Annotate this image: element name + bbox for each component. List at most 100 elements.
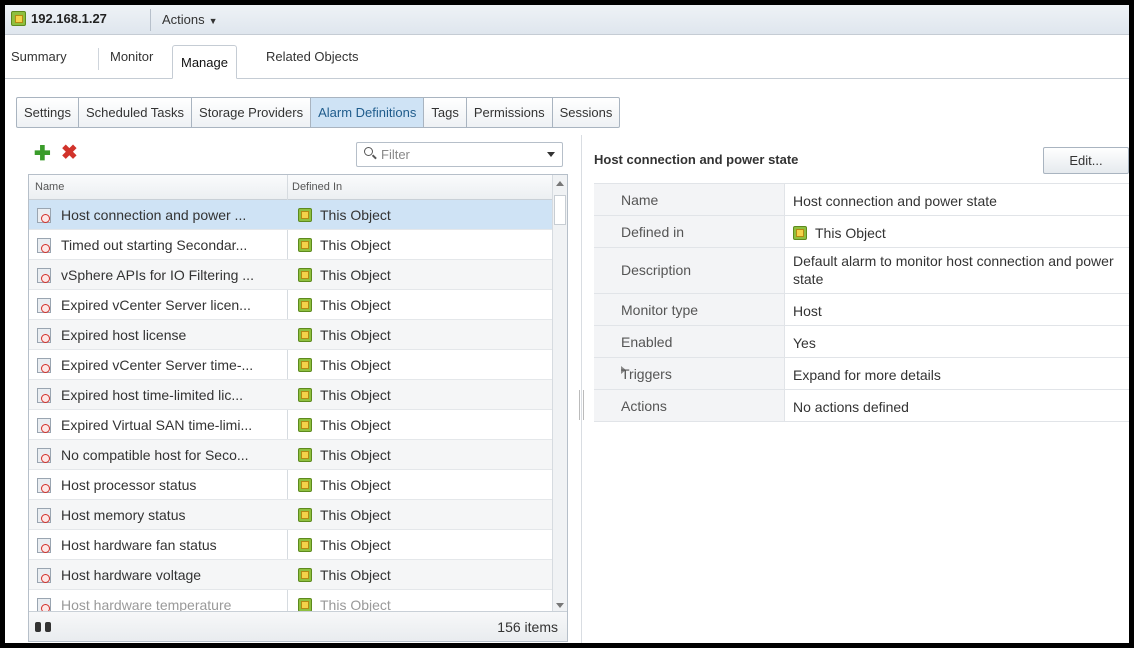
- row-defined-in: This Object: [320, 207, 391, 223]
- delete-alarm-icon[interactable]: ✖: [61, 143, 78, 163]
- grid-header: Name Defined In: [29, 175, 553, 200]
- host-object-icon: [298, 508, 312, 522]
- alarm-icon: [37, 358, 51, 373]
- alarm-icon: [37, 298, 51, 313]
- grid-footer: 156 items: [29, 611, 567, 641]
- property-row-name: Name Host connection and power state: [594, 184, 1129, 216]
- property-row-triggers[interactable]: Triggers Expand for more details: [594, 358, 1129, 390]
- table-row[interactable]: No compatible host for Seco... This Obje…: [29, 440, 553, 470]
- property-value: No actions defined: [793, 399, 909, 415]
- host-object-icon: [298, 358, 312, 372]
- subtab-permissions[interactable]: Permissions: [467, 98, 553, 127]
- table-row[interactable]: vSphere APIs for IO Filtering ... This O…: [29, 260, 553, 290]
- alarm-icon: [37, 388, 51, 403]
- property-row-enabled: Enabled Yes: [594, 326, 1129, 358]
- tab-summary[interactable]: Summary: [11, 49, 67, 64]
- property-value: Default alarm to monitor host connection…: [793, 253, 1114, 287]
- actions-menu[interactable]: Actions ▼: [162, 12, 218, 27]
- host-object-icon: [298, 238, 312, 252]
- filter-dropdown-icon[interactable]: [547, 152, 555, 157]
- property-label: Monitor type: [621, 302, 699, 318]
- property-row-defined-in: Defined in This Object: [594, 216, 1129, 248]
- host-object-icon: [298, 388, 312, 402]
- host-object-icon: [298, 538, 312, 552]
- tab-related-objects[interactable]: Related Objects: [266, 49, 359, 64]
- property-value-defined-in: This Object: [793, 224, 1128, 242]
- subtab-settings[interactable]: Settings: [17, 98, 79, 127]
- scroll-down-icon[interactable]: [556, 603, 564, 608]
- property-value: Host: [793, 303, 822, 319]
- defined-in-value: This Object: [815, 225, 886, 241]
- subtab-scheduled-tasks[interactable]: Scheduled Tasks: [79, 98, 193, 127]
- table-row[interactable]: Expired vCenter Server time-... This Obj…: [29, 350, 553, 380]
- binoculars-icon[interactable]: [35, 620, 51, 632]
- table-row[interactable]: Host processor status This Object: [29, 470, 553, 500]
- property-label: Defined in: [621, 224, 685, 240]
- row-defined-in: This Object: [320, 297, 391, 313]
- main-tabs: Summary Monitor Manage Related Objects: [5, 35, 1129, 79]
- table-row[interactable]: Expired vCenter Server licen... This Obj…: [29, 290, 553, 320]
- table-row[interactable]: Host hardware voltage This Object: [29, 560, 553, 590]
- row-name: Host processor status: [61, 477, 197, 493]
- host-name: 192.168.1.27: [31, 11, 107, 26]
- host-object-icon: [298, 268, 312, 282]
- alarm-icon: [37, 268, 51, 283]
- row-name: Expired host time-limited lic...: [61, 387, 244, 403]
- actions-label: Actions: [162, 12, 205, 27]
- panel-splitter[interactable]: [581, 135, 582, 643]
- property-row-description: Description Default alarm to monitor hos…: [594, 248, 1129, 294]
- property-value: Host connection and power state: [793, 193, 997, 209]
- subtab-tags[interactable]: Tags: [424, 98, 467, 127]
- column-header-name[interactable]: Name: [35, 181, 64, 193]
- row-name: Expired vCenter Server time-...: [61, 357, 254, 373]
- table-row[interactable]: Expired Virtual SAN time-limi... This Ob…: [29, 410, 553, 440]
- alarm-icon: [37, 568, 51, 583]
- column-header-defined-in[interactable]: Defined In: [292, 181, 342, 193]
- table-row[interactable]: Host hardware fan status This Object: [29, 530, 553, 560]
- property-label: Triggers: [621, 366, 672, 382]
- add-alarm-icon[interactable]: ✚: [34, 144, 51, 164]
- vertical-scrollbar[interactable]: [552, 175, 567, 614]
- tab-divider: [98, 48, 99, 70]
- tab-manage[interactable]: Manage: [172, 45, 237, 79]
- subtab-alarm-definitions[interactable]: Alarm Definitions: [311, 98, 425, 127]
- row-name: Host hardware voltage: [61, 567, 202, 583]
- table-row[interactable]: Host memory status This Object: [29, 500, 553, 530]
- detail-title: Host connection and power state: [594, 152, 799, 167]
- table-row[interactable]: Host connection and power ... This Objec…: [29, 200, 553, 230]
- host-object-icon: [298, 298, 312, 312]
- row-defined-in: This Object: [320, 237, 391, 253]
- table-row[interactable]: Expired host license This Object: [29, 320, 553, 350]
- splitter-grip[interactable]: [579, 390, 584, 420]
- caret-down-icon: ▼: [208, 16, 218, 26]
- table-row[interactable]: Expired host time-limited lic... This Ob…: [29, 380, 553, 410]
- property-label: Enabled: [621, 334, 673, 350]
- row-name: Host connection and power ...: [61, 207, 247, 223]
- host-icon: [11, 11, 26, 26]
- property-label: Description: [621, 262, 692, 278]
- alarm-icon: [37, 508, 51, 523]
- row-name: Expired Virtual SAN time-limi...: [61, 417, 253, 433]
- row-defined-in: This Object: [320, 447, 391, 463]
- title-divider: [150, 9, 151, 31]
- alarm-icon: [37, 418, 51, 433]
- alarm-icon: [37, 448, 51, 463]
- scroll-up-icon[interactable]: [556, 181, 564, 186]
- alarm-icon: [37, 208, 51, 223]
- row-defined-in: This Object: [320, 507, 391, 523]
- subtab-sessions[interactable]: Sessions: [553, 98, 620, 127]
- row-name: Timed out starting Secondar...: [61, 237, 248, 253]
- manage-subtabs: Settings Scheduled Tasks Storage Provide…: [16, 97, 621, 128]
- filter-input[interactable]: Filter: [356, 142, 563, 167]
- tab-monitor[interactable]: Monitor: [110, 49, 153, 64]
- host-object-icon: [793, 226, 807, 240]
- title-bar: 192.168.1.27 Actions ▼: [5, 5, 1129, 35]
- edit-button[interactable]: Edit...: [1043, 147, 1129, 174]
- alarm-toolbar: ✚ ✖ Filter: [28, 142, 568, 168]
- row-name: Expired host license: [61, 327, 187, 343]
- table-row[interactable]: Timed out starting Secondar... This Obje…: [29, 230, 553, 260]
- scroll-thumb[interactable]: [554, 195, 566, 225]
- vsphere-window: 192.168.1.27 Actions ▼ Summary Monitor Ma…: [5, 5, 1129, 643]
- host-object-icon: [298, 568, 312, 582]
- subtab-storage-providers[interactable]: Storage Providers: [192, 98, 312, 127]
